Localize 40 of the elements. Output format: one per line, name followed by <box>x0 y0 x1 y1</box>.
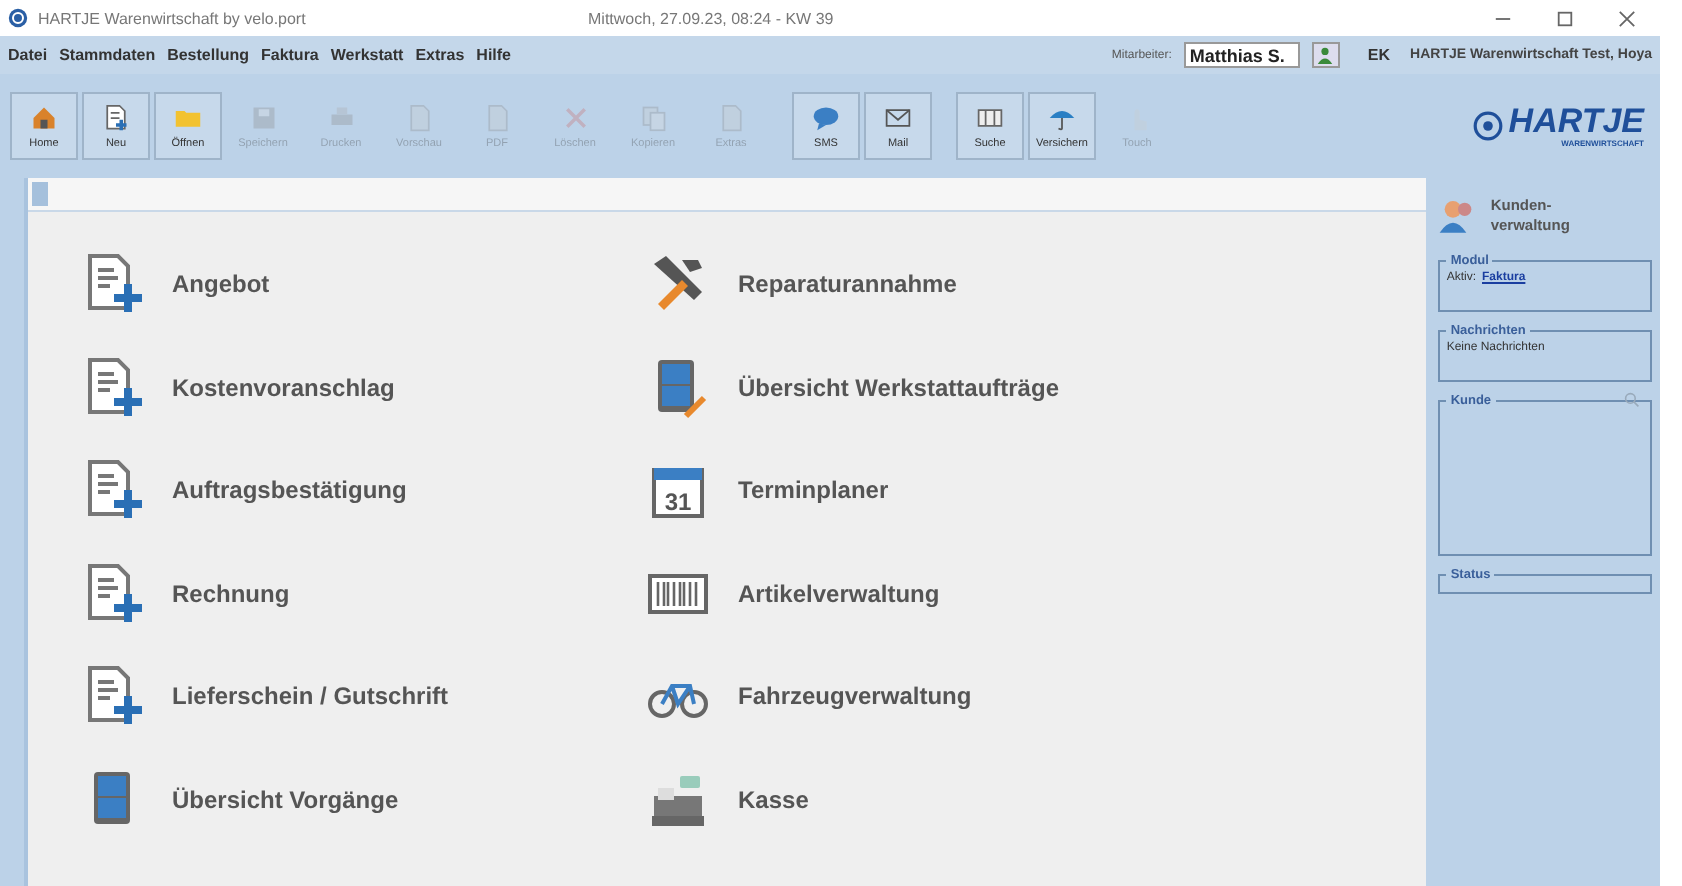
window-title: HARTJE Warenwirtschaft by velo.port <box>38 9 308 27</box>
module-link[interactable]: Terminplaner <box>738 476 889 504</box>
document-icon <box>405 103 433 131</box>
columns-icon <box>976 103 1004 131</box>
house-icon <box>30 103 58 131</box>
document-icon <box>717 103 745 131</box>
person-icon <box>1316 46 1335 64</box>
module-link[interactable]: Rechnung <box>172 579 290 607</box>
menu-item[interactable]: Datei <box>8 46 48 64</box>
printer-icon <box>327 103 355 131</box>
document-icon <box>483 103 511 131</box>
module-link[interactable]: Kasse <box>738 785 809 813</box>
app-logo-icon <box>8 8 28 28</box>
module-link[interactable]: Auftragsbestätigung <box>172 476 407 504</box>
module-link[interactable]: Kostenvoranschlag <box>172 373 395 401</box>
employee-field[interactable]: Matthias S. <box>1183 42 1300 68</box>
cross-icon <box>561 103 589 131</box>
close-icon[interactable] <box>1618 9 1636 27</box>
module-link[interactable]: Übersicht Vorgänge <box>172 785 399 813</box>
menu-item[interactable]: Stammdaten <box>59 46 156 64</box>
menu-item[interactable]: Extras <box>415 46 465 64</box>
menu-item[interactable]: Werkstatt <box>330 46 404 64</box>
module-link[interactable]: Angebot <box>172 270 270 298</box>
document-plus-icon <box>102 103 130 131</box>
envelope-icon <box>884 103 912 131</box>
tab-handle[interactable] <box>32 182 48 206</box>
maximize-icon[interactable] <box>1556 9 1574 27</box>
menu-item[interactable]: Faktura <box>260 46 319 64</box>
module-link[interactable]: Lieferschein / Gutschrift <box>172 682 449 710</box>
date-time: Mittwoch, 27.09.23, 08:24 - KW 39 <box>588 9 834 27</box>
module-link[interactable]: Artikelverwaltung <box>738 579 940 607</box>
module-link[interactable]: Übersicht Werkstattaufträge <box>738 373 1059 401</box>
copy-icon <box>639 103 667 131</box>
menu-item[interactable]: Bestellung <box>167 46 249 64</box>
employee-code: EK <box>1367 46 1391 64</box>
module-link[interactable]: Reparaturannahme <box>738 270 957 298</box>
employee-button[interactable] <box>1311 42 1340 68</box>
speech-bubble-icon <box>812 103 840 131</box>
menu-item[interactable]: Hilfe <box>476 46 512 64</box>
module-link[interactable]: Fahrzeugverwaltung <box>738 682 972 710</box>
